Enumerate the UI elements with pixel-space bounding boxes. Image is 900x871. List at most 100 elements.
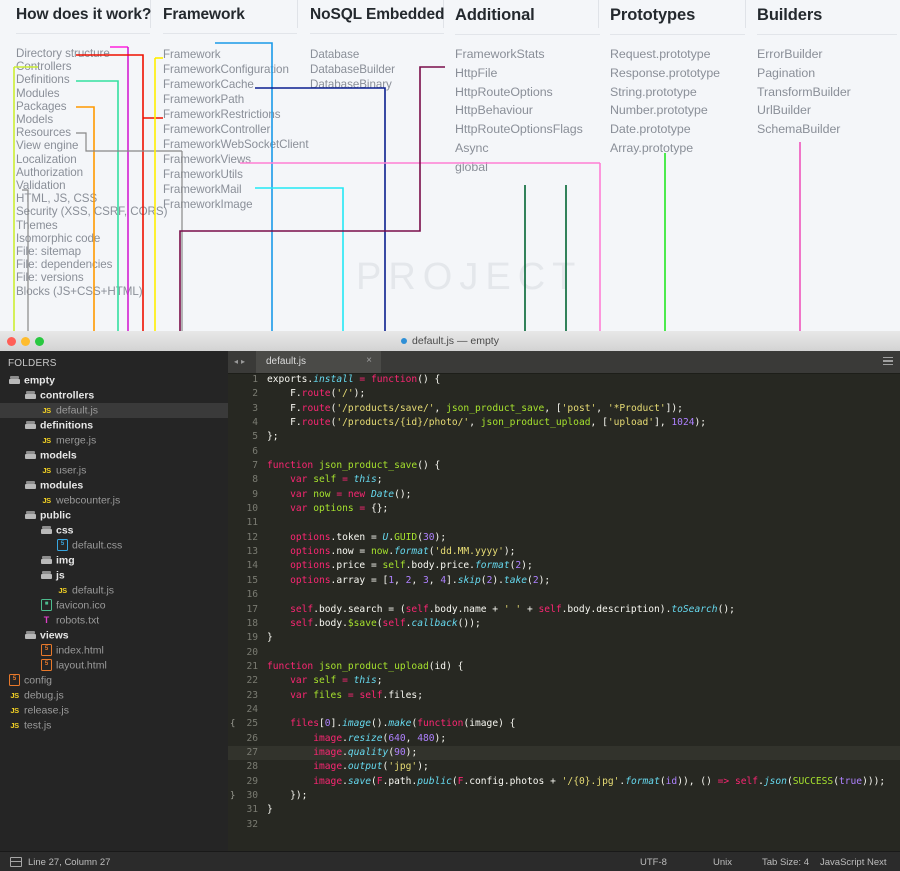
doc-item[interactable]: Framework: [163, 47, 297, 62]
doc-item[interactable]: ErrorBuilder: [757, 45, 897, 64]
doc-item[interactable]: HTML, JS, CSS: [16, 192, 150, 205]
tree-file[interactable]: JS merge.js: [0, 433, 228, 448]
tree-folder[interactable]: models: [0, 448, 228, 463]
tree-file[interactable]: Trobots.txt: [0, 613, 228, 628]
code-line[interactable]: 31}: [228, 803, 900, 817]
doc-item[interactable]: Async: [455, 139, 600, 158]
doc-item[interactable]: HttpBehaviour: [455, 101, 600, 120]
doc-item[interactable]: File: dependencies: [16, 258, 150, 271]
doc-item[interactable]: Database: [310, 47, 444, 62]
tree-folder[interactable]: views: [0, 628, 228, 643]
tree-file[interactable]: JS user.js: [0, 463, 228, 478]
doc-item[interactable]: Validation: [16, 179, 150, 192]
doc-item[interactable]: Localization: [16, 153, 150, 166]
code-line[interactable]: 13 options.now = now.format('dd.MM.yyyy'…: [228, 545, 900, 559]
doc-item[interactable]: Packages: [16, 100, 150, 113]
code-line[interactable]: 17 self.body.search = (self.body.name + …: [228, 603, 900, 617]
doc-item[interactable]: HttpRouteOptions: [455, 83, 600, 102]
code-line[interactable]: 3 F.route('/products/save/', json_produc…: [228, 402, 900, 416]
doc-item[interactable]: Request.prototype: [610, 45, 745, 64]
doc-item[interactable]: FrameworkMail: [163, 182, 297, 197]
doc-item[interactable]: FrameworkImage: [163, 197, 297, 212]
tree-file[interactable]: JS default.js: [0, 583, 228, 598]
code-line[interactable]: 24: [228, 703, 900, 717]
code-line[interactable]: 5};: [228, 430, 900, 444]
menu-icon[interactable]: [883, 357, 893, 366]
doc-item[interactable]: FrameworkPath: [163, 92, 297, 107]
code-line[interactable]: 11: [228, 516, 900, 530]
doc-item[interactable]: FrameworkStats: [455, 45, 600, 64]
doc-item[interactable]: FrameworkConfiguration: [163, 62, 297, 77]
code-line[interactable]: 21 function json_product_upload(id) {: [228, 660, 900, 674]
tree-folder[interactable]: css: [0, 523, 228, 538]
code-line[interactable]: 6: [228, 445, 900, 459]
doc-item[interactable]: File: versions: [16, 271, 150, 284]
code-line[interactable]: 22 var self = this;: [228, 674, 900, 688]
code-line[interactable]: 7 function json_product_save() {: [228, 459, 900, 473]
code-line[interactable]: 28 image.output('jpg');: [228, 760, 900, 774]
doc-item[interactable]: Date.prototype: [610, 120, 745, 139]
tree-file[interactable]: 5 layout.html: [0, 658, 228, 673]
doc-item[interactable]: UrlBuilder: [757, 101, 897, 120]
code-line[interactable]: 4 F.route('/products/{id}/photo/', json_…: [228, 416, 900, 430]
doc-item[interactable]: Resources: [16, 126, 150, 139]
doc-item[interactable]: Definitions: [16, 73, 150, 86]
doc-item[interactable]: FrameworkViews: [163, 152, 297, 167]
status-line-endings[interactable]: Unix: [713, 857, 732, 868]
doc-item[interactable]: Directory structure: [16, 47, 150, 60]
code-line[interactable]: 27 image.quality(90);: [228, 745, 900, 761]
tree-file[interactable]: 5 config: [0, 673, 228, 688]
code-line[interactable]: 12 options.token = U.GUID(30);: [228, 531, 900, 545]
doc-item[interactable]: Isomorphic code: [16, 232, 150, 245]
status-encoding[interactable]: UTF-8: [640, 857, 667, 868]
tree-file[interactable]: JS release.js: [0, 703, 228, 718]
doc-item[interactable]: SchemaBuilder: [757, 120, 897, 139]
doc-item[interactable]: FrameworkController: [163, 122, 297, 137]
tree-folder[interactable]: controllers: [0, 388, 228, 403]
doc-item[interactable]: Security (XSS, CSRF, CORS): [16, 205, 167, 218]
doc-item[interactable]: Controllers: [16, 60, 150, 73]
tab-default-js[interactable]: default.js ×: [256, 351, 381, 373]
code-line[interactable]: 26 image.resize(640, 480);: [228, 732, 900, 746]
code-line[interactable]: 29 image.save(F.path.public(F.config.pho…: [228, 775, 900, 789]
tree-file[interactable]: 5 default.css: [0, 538, 228, 553]
code-line[interactable]: 20: [228, 646, 900, 660]
doc-item[interactable]: TransformBuilder: [757, 83, 897, 102]
code-line[interactable]: 32: [228, 818, 900, 832]
tree-file[interactable]: JS debug.js: [0, 688, 228, 703]
doc-item[interactable]: File: sitemap: [16, 245, 150, 258]
doc-item[interactable]: FrameworkWebSocketClient: [163, 137, 309, 152]
status-syntax[interactable]: JavaScript Next: [820, 857, 887, 868]
fold-marker[interactable]: {: [230, 717, 235, 731]
tree-file[interactable]: 5 index.html: [0, 643, 228, 658]
doc-item[interactable]: Modules: [16, 87, 150, 100]
file-tree-sidebar[interactable]: FOLDERS empty controllers JS default.js defi…: [0, 351, 228, 851]
file-tree[interactable]: empty controllers JS default.js definitions J…: [0, 373, 228, 733]
code-line[interactable]: 1 exports.install = function() {: [228, 373, 900, 387]
code-line[interactable]: 14 options.price = self.body.price.forma…: [228, 559, 900, 573]
code-line[interactable]: 2 F.route('/');: [228, 387, 900, 401]
code-line[interactable]: } 30 });: [228, 789, 900, 803]
tree-file[interactable]: JS default.js: [0, 403, 228, 418]
code-line[interactable]: 23 var files = self.files;: [228, 689, 900, 703]
tab-close-icon[interactable]: ×: [366, 355, 372, 366]
tree-folder[interactable]: empty: [0, 373, 228, 388]
fold-marker[interactable]: }: [230, 789, 235, 803]
status-tab-size[interactable]: Tab Size: 4: [762, 857, 809, 868]
doc-item[interactable]: DatabaseBinary: [310, 77, 444, 92]
doc-item[interactable]: Response.prototype: [610, 64, 745, 83]
doc-item[interactable]: Authorization: [16, 166, 150, 179]
code-line[interactable]: 9 var now = new Date();: [228, 488, 900, 502]
code-line[interactable]: 19}: [228, 631, 900, 645]
doc-item[interactable]: Pagination: [757, 64, 897, 83]
code-line[interactable]: 15 options.array = [1, 2, 3, 4].skip(2).…: [228, 574, 900, 588]
tree-folder[interactable]: img: [0, 553, 228, 568]
doc-item[interactable]: HttpRouteOptionsFlags: [455, 120, 600, 139]
doc-item[interactable]: String.prototype: [610, 83, 745, 102]
code-line[interactable]: 18 self.body.$save(self.callback());: [228, 617, 900, 631]
doc-item[interactable]: View engine: [16, 139, 150, 152]
doc-item[interactable]: Number.prototype: [610, 101, 745, 120]
tree-folder[interactable]: definitions: [0, 418, 228, 433]
doc-item[interactable]: Themes: [16, 219, 150, 232]
tree-file[interactable]: ■ favicon.ico: [0, 598, 228, 613]
